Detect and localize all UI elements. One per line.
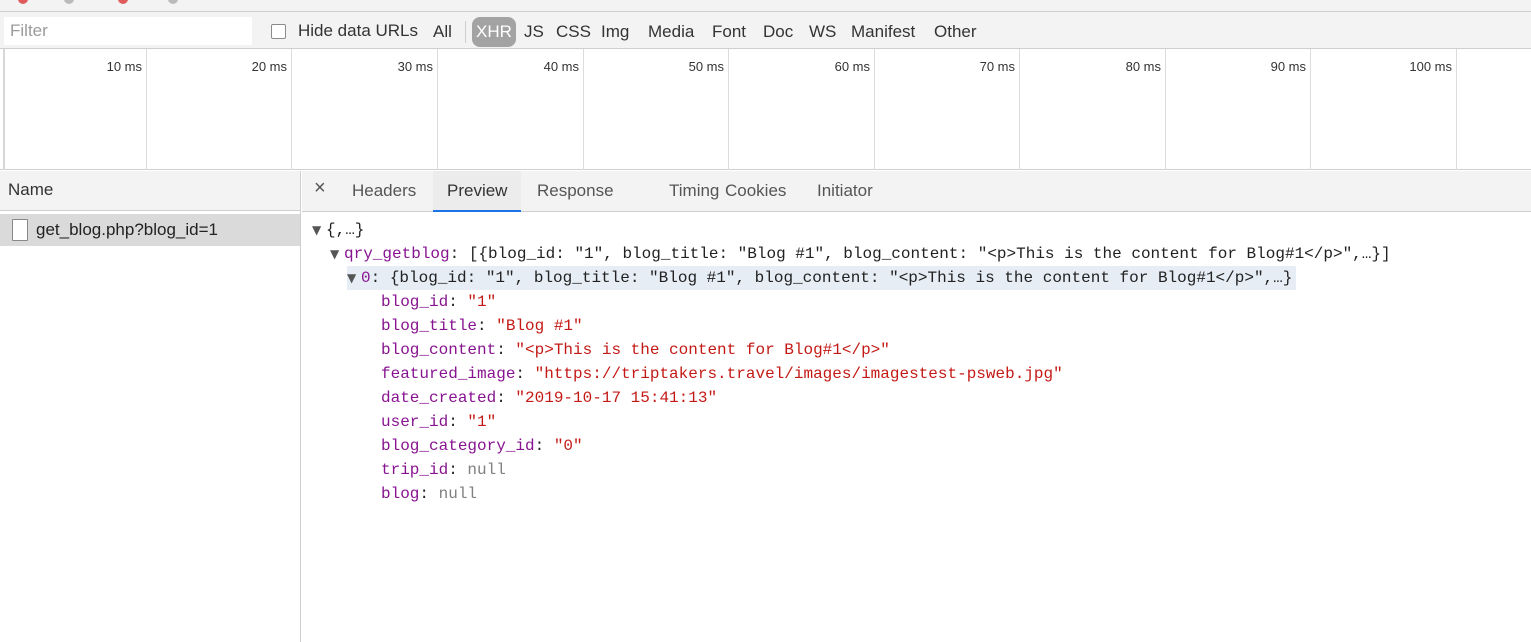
filter-xhr[interactable]: XHR	[472, 17, 516, 47]
tab-preview[interactable]: Preview	[433, 171, 522, 212]
name-column-header[interactable]: Name	[0, 171, 300, 211]
timeline-tick: 70 ms	[875, 49, 1020, 170]
json-item-node[interactable]: ▼ 0: {blog_id: "1", blog_title: "Blog #1"…	[347, 266, 1297, 290]
json-key: qry_getblog	[344, 245, 450, 263]
tick-label: 20 ms	[251, 59, 287, 74]
json-field[interactable]: blog_content: "<p>This is the content fo…	[381, 338, 890, 362]
search-icon[interactable]	[168, 0, 178, 4]
json-summary: {blog_id: "1", blog_title: "Blog #1", bl…	[389, 269, 1293, 287]
tick-label: 40 ms	[543, 59, 579, 74]
json-field[interactable]: blog: null	[381, 482, 477, 506]
timeline-tick: 60 ms	[729, 49, 875, 170]
timeline-tick: 30 ms	[292, 49, 438, 170]
filter-doc[interactable]: Doc	[760, 17, 796, 47]
tab-headers[interactable]: Headers	[338, 171, 430, 212]
tick-label: 100 ms	[1409, 59, 1452, 74]
request-details: × Headers Preview Response Timing Cookie…	[302, 171, 1531, 642]
filter-manifest[interactable]: Manifest	[848, 17, 918, 47]
hide-data-urls-label: Hide data URLs	[298, 21, 419, 40]
hide-data-urls-toggle[interactable]: Hide data URLs	[271, 20, 418, 42]
expand-triangle-icon[interactable]: ▼	[330, 242, 344, 266]
filter-css[interactable]: CSS	[553, 17, 594, 47]
json-preview: ▼ {,…} ▼ qry_getblog: [{blog_id: "1", blog…	[302, 212, 1531, 642]
filter-media[interactable]: Media	[645, 17, 697, 47]
tick-label: 50 ms	[688, 59, 724, 74]
timeline-overview[interactable]: 10 ms 20 ms 30 ms 40 ms 50 ms 60 ms 70 m…	[0, 49, 1531, 170]
document-icon	[12, 219, 28, 241]
json-qry-node[interactable]: ▼ qry_getblog: [{blog_id: "1", blog_title…	[330, 242, 1391, 266]
json-key: 0	[361, 269, 371, 287]
json-root[interactable]: ▼ {,…}	[312, 218, 364, 242]
record-icon[interactable]	[18, 0, 28, 4]
timeline-tick: 100 ms	[1311, 49, 1457, 170]
request-row[interactable]: get_blog.php?blog_id=1	[0, 214, 300, 246]
filter-input[interactable]	[4, 17, 252, 45]
filter-font[interactable]: Font	[709, 17, 749, 47]
details-tab-bar: × Headers Preview Response Timing Cookie…	[302, 171, 1531, 212]
filter-all[interactable]: All	[430, 17, 455, 47]
timeline-tick: 10 ms	[0, 49, 147, 170]
tick-label: 60 ms	[834, 59, 870, 74]
tick-label: 80 ms	[1125, 59, 1161, 74]
json-field[interactable]: blog_category_id: "0"	[381, 434, 583, 458]
filter-ws[interactable]: WS	[806, 17, 839, 47]
json-summary: [{blog_id: "1", blog_title: "Blog #1", b…	[468, 245, 1391, 263]
timeline-tick: 80 ms	[1020, 49, 1166, 170]
json-field[interactable]: user_id: "1"	[381, 410, 496, 434]
json-field[interactable]: blog_title: "Blog #1"	[381, 314, 583, 338]
tab-response[interactable]: Response	[523, 171, 628, 212]
json-field[interactable]: date_created: "2019-10-17 15:41:13"	[381, 386, 717, 410]
close-icon[interactable]: ×	[314, 177, 326, 200]
timeline-tick: 20 ms	[147, 49, 292, 170]
tick-label: 70 ms	[979, 59, 1015, 74]
hide-data-urls-checkbox[interactable]	[271, 23, 286, 39]
stop-icon[interactable]	[118, 0, 128, 4]
filter-js[interactable]: JS	[521, 17, 547, 47]
expand-triangle-icon[interactable]: ▼	[347, 266, 361, 290]
filter-other[interactable]: Other	[931, 17, 980, 47]
tick-label: 90 ms	[1270, 59, 1306, 74]
timeline-tick: 90 ms	[1166, 49, 1311, 170]
filter-bar: Hide data URLs All XHR JS CSS Img Media …	[0, 12, 1531, 49]
json-field[interactable]: blog_id: "1"	[381, 290, 496, 314]
expand-triangle-icon[interactable]: ▼	[312, 218, 326, 242]
clear-icon[interactable]	[64, 0, 74, 4]
request-name: get_blog.php?blog_id=1	[36, 220, 218, 239]
request-list: Name get_blog.php?blog_id=1	[0, 171, 301, 642]
tick-label: 30 ms	[397, 59, 433, 74]
json-field[interactable]: trip_id: null	[381, 458, 506, 482]
timeline-tick: 40 ms	[438, 49, 584, 170]
tab-cookies[interactable]: Cookies	[711, 171, 800, 212]
tick-label: 10 ms	[106, 59, 142, 74]
tab-initiator[interactable]: Initiator	[803, 171, 887, 212]
json-field[interactable]: featured_image: "https://triptakers.trav…	[381, 362, 1063, 386]
top-toolbar-strip	[0, 0, 1531, 12]
timeline-tick: 50 ms	[584, 49, 729, 170]
filter-divider	[465, 21, 466, 43]
filter-img[interactable]: Img	[598, 17, 632, 47]
